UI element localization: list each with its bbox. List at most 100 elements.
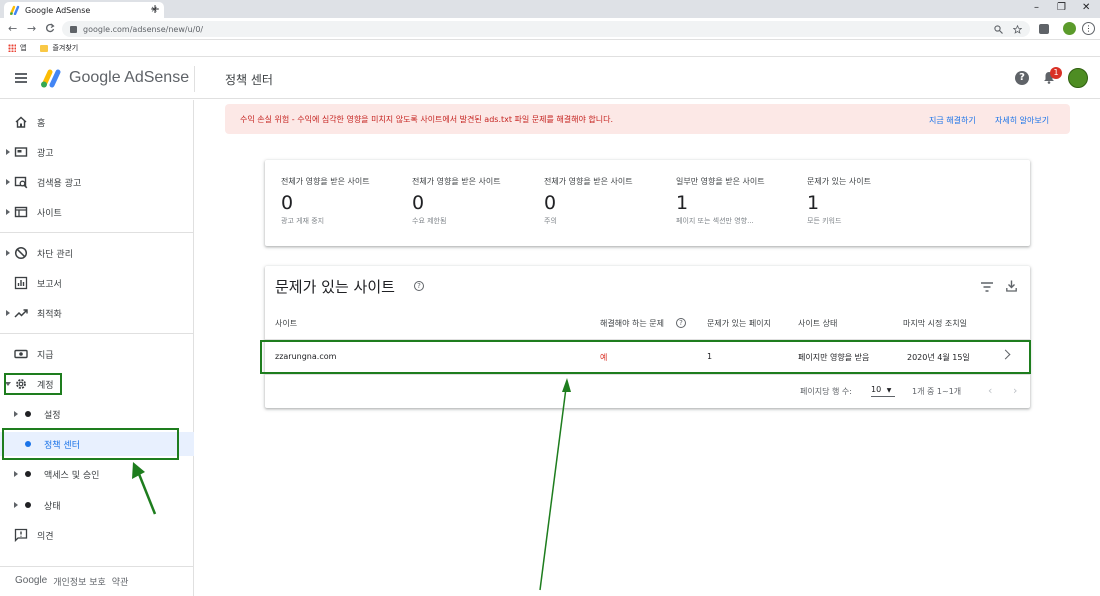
extension-icon[interactable] bbox=[1039, 24, 1049, 34]
column-header-must-fix[interactable]: 해결해야 하는 문제 bbox=[600, 318, 664, 329]
sidebar: 홈 광고 검색용 광고 사이트 차단 관리 보고서 최적화 지급 계정 설정 정… bbox=[0, 100, 194, 596]
forward-icon[interactable]: → bbox=[27, 22, 36, 35]
expand-caret-icon bbox=[6, 149, 10, 155]
bookmark-star-icon[interactable] bbox=[1013, 24, 1022, 34]
stat-item[interactable]: 일부만 영향을 받은 사이트 1 페이지 또는 섹션만 영향... bbox=[676, 176, 776, 226]
footer-terms-link[interactable]: 약관 bbox=[112, 575, 129, 588]
bookmark-apps[interactable]: 앱 bbox=[8, 43, 26, 53]
sidebar-item-blocking[interactable]: 차단 관리 bbox=[0, 241, 194, 265]
bookmark-apps-label: 앱 bbox=[20, 44, 27, 52]
learn-more-link[interactable]: 자세히 알아보기 bbox=[995, 115, 1049, 126]
hamburger-menu-icon[interactable] bbox=[15, 73, 27, 83]
maximize-icon[interactable]: ❐ bbox=[1057, 2, 1066, 13]
help-icon[interactable]: ? bbox=[1015, 71, 1029, 85]
window-close-icon[interactable]: ✕ bbox=[1082, 2, 1090, 13]
stat-value: 0 bbox=[281, 192, 294, 214]
stat-subtitle: 광고 게재 중지 bbox=[281, 217, 325, 225]
browser-menu-icon[interactable]: ⋮ bbox=[1082, 22, 1095, 35]
zoom-icon[interactable] bbox=[994, 24, 1003, 34]
sidebar-item-settings[interactable]: 설정 bbox=[0, 402, 194, 426]
sidebar-item-home[interactable]: 홈 bbox=[0, 110, 194, 134]
filter-icon[interactable] bbox=[981, 282, 993, 292]
sidebar-item-label: 상태 bbox=[44, 501, 61, 512]
sites-icon bbox=[14, 206, 28, 218]
sidebar-item-status[interactable]: 상태 bbox=[0, 493, 194, 517]
new-tab-icon[interactable]: + bbox=[150, 2, 160, 16]
alert-message: 수익 손실 위험 - 수익에 심각한 영향을 미치지 않도록 사이트에서 발견된… bbox=[240, 115, 614, 124]
footer-privacy-link[interactable]: 개인정보 보호 bbox=[53, 575, 106, 588]
ads-txt-alert-banner: 수익 손실 위험 - 수익에 심각한 영향을 미치지 않도록 사이트에서 발견된… bbox=[225, 104, 1070, 134]
expand-caret-icon bbox=[6, 250, 10, 256]
stat-item[interactable]: 전체가 영향을 받은 사이트 0 주의 bbox=[544, 176, 664, 226]
sidebar-item-sites[interactable]: 사이트 bbox=[0, 200, 194, 224]
browser-tabstrip: Google AdSense × + – ❐ ✕ bbox=[0, 0, 1100, 18]
expand-caret-icon bbox=[14, 411, 18, 417]
rows-per-page-value: 10 bbox=[871, 385, 882, 394]
next-page-icon[interactable]: › bbox=[1013, 384, 1017, 397]
stat-subtitle: 모든 키워드 bbox=[807, 217, 842, 225]
reload-icon[interactable] bbox=[45, 23, 55, 33]
stat-title: 문제가 있는 사이트 bbox=[807, 177, 871, 186]
bookmark-favorites[interactable]: 즐겨찾기 bbox=[40, 43, 78, 53]
footer-google: Google bbox=[15, 575, 48, 586]
apps-grid-icon bbox=[8, 44, 16, 52]
brand-name: Google AdSense bbox=[69, 69, 190, 86]
help-circle-icon[interactable]: ? bbox=[414, 281, 424, 291]
stat-value: 1 bbox=[676, 192, 689, 214]
sidebar-item-ads[interactable]: 광고 bbox=[0, 140, 194, 164]
payments-icon bbox=[14, 349, 28, 359]
sidebar-item-label: 액세스 및 승인 bbox=[44, 470, 100, 481]
bookmarks-bar: 앱 즐겨찾기 bbox=[0, 40, 1100, 57]
sidebar-item-search-ads[interactable]: 검색용 광고 bbox=[0, 170, 194, 194]
sidebar-item-label: 사이트 bbox=[37, 208, 62, 219]
stat-item[interactable]: 전체가 영향을 받은 사이트 0 광고 게재 중지 bbox=[281, 176, 401, 226]
highlight-site-row bbox=[260, 340, 1031, 374]
expand-caret-icon bbox=[14, 471, 18, 477]
sidebar-item-label: 차단 관리 bbox=[37, 249, 73, 260]
lock-icon bbox=[70, 25, 77, 33]
bullet-dot-icon bbox=[25, 471, 31, 477]
sidebar-divider bbox=[0, 566, 194, 567]
stat-value: 0 bbox=[412, 192, 425, 214]
fix-now-link[interactable]: 지금 해결하기 bbox=[929, 115, 976, 126]
column-header-status[interactable]: 사이트 상태 bbox=[798, 318, 837, 329]
tab-title: Google AdSense bbox=[25, 5, 91, 15]
minimize-icon[interactable]: – bbox=[1034, 2, 1039, 13]
page-title: 정책 센터 bbox=[225, 73, 273, 87]
browser-tab[interactable]: Google AdSense × bbox=[4, 2, 164, 18]
address-bar[interactable]: google.com/adsense/new/u/0/ bbox=[62, 21, 1030, 37]
column-header-site[interactable]: 사이트 bbox=[275, 318, 297, 329]
back-icon[interactable]: ← bbox=[8, 22, 17, 35]
browser-profile-avatar[interactable] bbox=[1063, 22, 1076, 35]
account-avatar[interactable] bbox=[1068, 68, 1088, 88]
stat-item[interactable]: 문제가 있는 사이트 1 모든 키워드 bbox=[807, 176, 927, 226]
sidebar-footer: Google 개인정보 보호 약관 bbox=[15, 575, 128, 588]
column-header-last-action[interactable]: 마지막 시정 조치일 bbox=[903, 318, 967, 329]
expand-caret-icon bbox=[6, 310, 10, 316]
sites-card-title: 문제가 있는 사이트 bbox=[275, 278, 395, 296]
sidebar-item-label: 검색용 광고 bbox=[37, 178, 82, 189]
help-circle-icon[interactable]: ? bbox=[676, 318, 686, 328]
reports-icon bbox=[14, 276, 28, 290]
adsense-favicon-icon bbox=[10, 5, 20, 15]
sidebar-item-access[interactable]: 액세스 및 승인 bbox=[0, 462, 194, 486]
sites-with-issues-card: 문제가 있는 사이트 ? 사이트 해결해야 하는 문제 ? 문제가 있는 페이지… bbox=[265, 266, 1030, 408]
sidebar-item-payments[interactable]: 지급 bbox=[0, 342, 194, 366]
previous-page-icon[interactable]: ‹ bbox=[988, 384, 992, 397]
sidebar-item-label: 최적화 bbox=[37, 309, 62, 320]
sidebar-item-optimization[interactable]: 최적화 bbox=[0, 301, 194, 325]
sidebar-item-feedback[interactable]: 의견 bbox=[0, 523, 194, 547]
sidebar-item-label: 설정 bbox=[44, 410, 61, 421]
sidebar-item-reports[interactable]: 보고서 bbox=[0, 271, 194, 295]
stat-item[interactable]: 전체가 영향을 받은 사이트 0 수요 제한됨 bbox=[412, 176, 532, 226]
highlight-account bbox=[4, 373, 62, 395]
notification-badge: 1 bbox=[1050, 67, 1062, 79]
stat-subtitle: 주의 bbox=[544, 217, 557, 225]
rows-per-page-select[interactable]: 10 ▼ bbox=[871, 385, 895, 397]
column-header-pages[interactable]: 문제가 있는 페이지 bbox=[707, 318, 771, 329]
browser-toolbar: ← → google.com/adsense/new/u/0/ ⋮ bbox=[0, 18, 1100, 40]
search-ads-icon bbox=[14, 176, 28, 189]
download-icon[interactable] bbox=[1006, 280, 1017, 292]
arrow-to-site-row bbox=[539, 387, 567, 591]
table-footer-divider bbox=[265, 374, 1030, 375]
